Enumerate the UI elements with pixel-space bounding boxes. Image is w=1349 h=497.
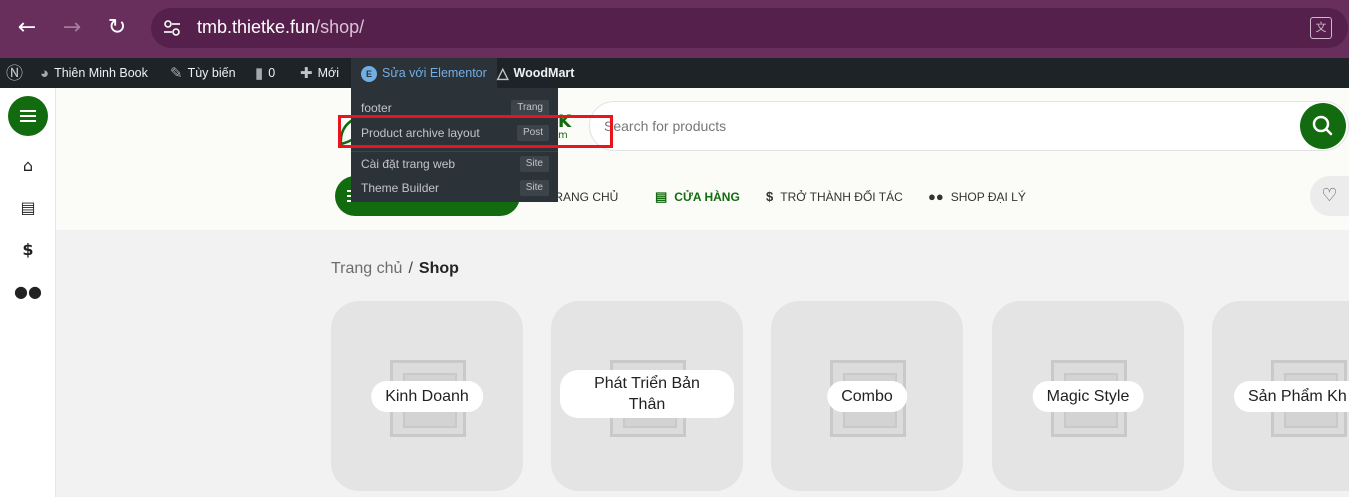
heart-icon: ♡ bbox=[1321, 185, 1338, 206]
customize-label: Tùy biến bbox=[187, 66, 236, 80]
dropdown-item-badge: Site bbox=[519, 156, 549, 172]
dollar-icon[interactable]: $ bbox=[0, 240, 56, 259]
woodmart-label: WoodMart bbox=[513, 66, 575, 80]
wp-admin-bar: Ⓝ ◕ Thiên Minh Book ✎ Tùy biến ▮ 0 ✚ Mới E Sử… bbox=[0, 58, 1349, 88]
url-text[interactable]: tmb.thietke.fun/shop/ bbox=[197, 17, 364, 38]
category-card[interactable]: Sản Phẩm Kh bbox=[1212, 301, 1349, 491]
dropdown-item-badge: Trang bbox=[511, 100, 549, 116]
dropdown-item-theme-builder[interactable]: Theme Builder Site bbox=[361, 176, 549, 200]
category-card[interactable]: Combo bbox=[771, 301, 963, 491]
home-icon[interactable]: ⌂ bbox=[0, 156, 56, 175]
dollar-icon: $ bbox=[766, 189, 774, 204]
comments-count: 0 bbox=[268, 66, 276, 80]
admin-bar-woodmart[interactable]: △ WoodMart bbox=[497, 58, 574, 88]
nav-partner-label: TRỞ THÀNH ĐỐI TÁC bbox=[780, 190, 903, 204]
category-label[interactable]: Sản Phẩm Kh bbox=[1234, 381, 1349, 412]
dashboard-icon: ◕ bbox=[40, 64, 50, 82]
back-button[interactable]: ← bbox=[12, 13, 42, 43]
translate-icon[interactable]: 文 bbox=[1310, 17, 1332, 39]
url-path: /shop/ bbox=[315, 17, 365, 37]
dropdown-item-label: footer bbox=[361, 101, 392, 115]
search-icon bbox=[1312, 115, 1333, 136]
category-card[interactable]: Kinh Doanh bbox=[331, 301, 523, 491]
brush-icon: ✎ bbox=[170, 64, 183, 82]
site-name-label: Thiên Minh Book bbox=[54, 66, 148, 80]
forward-button[interactable]: → bbox=[57, 13, 87, 43]
store-icon[interactable]: ▤ bbox=[0, 198, 56, 217]
admin-bar-elementor[interactable]: E Sửa với Elementor bbox=[351, 58, 497, 88]
admin-bar-comments[interactable]: ▮ 0 bbox=[255, 58, 275, 88]
new-label: Mới bbox=[317, 66, 339, 80]
breadcrumb: Trang chủ / Shop bbox=[331, 260, 459, 278]
category-label[interactable]: Phát Triển Bản Thân bbox=[560, 370, 734, 418]
plus-icon: ✚ bbox=[300, 64, 313, 82]
search-input[interactable] bbox=[604, 115, 1204, 137]
store-icon: ▤ bbox=[655, 189, 668, 204]
category-label[interactable]: Kinh Doanh bbox=[371, 381, 483, 412]
admin-bar-customize[interactable]: ✎ Tùy biến bbox=[170, 58, 236, 88]
url-host: tmb.thietke.fun bbox=[197, 17, 316, 37]
elementor-label: Sửa với Elementor bbox=[382, 66, 487, 80]
search-button[interactable] bbox=[1300, 103, 1346, 149]
dropdown-item-site-settings[interactable]: Cài đặt trang web Site bbox=[361, 152, 549, 176]
dropdown-item-label: Cài đặt trang web bbox=[361, 157, 456, 171]
browser-toolbar: ← → ↻ tmb.thietke.fun/shop/ 文 bbox=[0, 0, 1349, 58]
dropdown-item-label: Theme Builder bbox=[361, 181, 440, 195]
users-icon: ●● bbox=[928, 189, 944, 204]
elementor-icon: E bbox=[361, 65, 377, 82]
reload-button[interactable]: ↻ bbox=[102, 13, 132, 43]
address-bar[interactable]: tmb.thietke.fun/shop/ 文 bbox=[151, 8, 1348, 48]
left-sidebar: ⌂ ▤ $ ●● bbox=[0, 88, 56, 497]
category-label[interactable]: Magic Style bbox=[1032, 381, 1144, 412]
admin-bar-new[interactable]: ✚ Mới bbox=[300, 58, 339, 88]
nav-agency-label: SHOP ĐẠI LÝ bbox=[950, 190, 1026, 204]
search-box bbox=[589, 101, 1349, 151]
nav-shop-label: CỬA HÀNG bbox=[674, 190, 740, 204]
site-settings-icon[interactable] bbox=[163, 19, 181, 37]
breadcrumb-home-link[interactable]: Trang chủ bbox=[331, 260, 402, 277]
menu-button[interactable] bbox=[8, 96, 48, 136]
breadcrumb-current: Shop bbox=[418, 260, 459, 277]
highlight-annotation bbox=[338, 115, 613, 148]
nav-agency[interactable]: ●● SHOP ĐẠI LÝ bbox=[928, 188, 1026, 206]
users-icon[interactable]: ●● bbox=[0, 282, 56, 301]
nav-partner[interactable]: $ TRỞ THÀNH ĐỐI TÁC bbox=[766, 188, 903, 206]
category-card[interactable]: Phát Triển Bản Thân bbox=[551, 301, 743, 491]
admin-bar-site-name[interactable]: ◕ Thiên Minh Book bbox=[40, 58, 148, 88]
nav-shop[interactable]: ▤ CỬA HÀNG bbox=[655, 188, 740, 206]
wishlist-button[interactable]: ♡ bbox=[1310, 176, 1349, 216]
woodmart-icon: △ bbox=[497, 64, 509, 82]
category-card[interactable]: Magic Style bbox=[992, 301, 1184, 491]
wordpress-logo-icon[interactable]: Ⓝ bbox=[6, 58, 28, 88]
comment-icon: ▮ bbox=[255, 64, 264, 82]
dropdown-item-badge: Site bbox=[519, 180, 549, 196]
breadcrumb-separator: / bbox=[408, 260, 413, 277]
category-label[interactable]: Combo bbox=[827, 381, 907, 412]
